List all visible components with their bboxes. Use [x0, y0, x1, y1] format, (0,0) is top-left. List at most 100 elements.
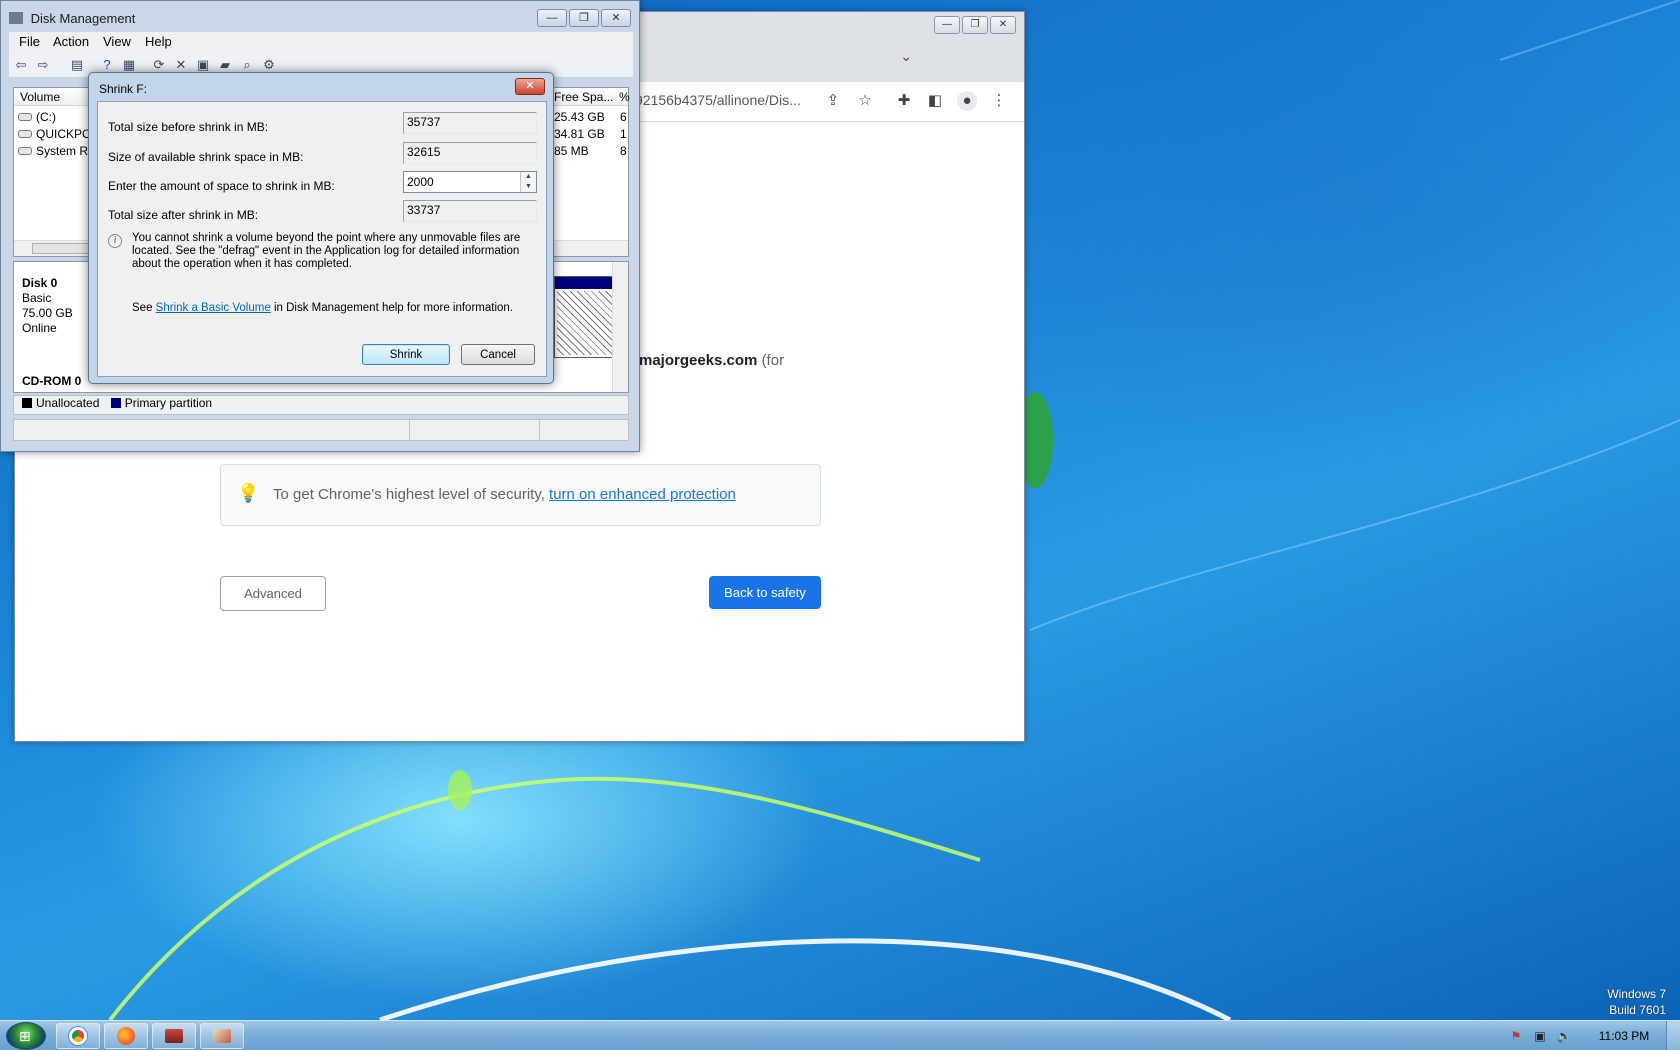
cancel-button[interactable]: Cancel	[461, 344, 535, 365]
close-button[interactable]: ✕	[601, 9, 631, 27]
legend: Unallocated Primary partition	[13, 395, 629, 415]
total-before-field: 35737	[403, 112, 537, 134]
dialog-close-button[interactable]: ✕	[515, 78, 545, 95]
lightbulb-icon: 💡	[237, 483, 260, 503]
open-folder-icon[interactable]: ▰	[217, 57, 233, 73]
free-space-value: 85 MB	[554, 144, 589, 158]
drive-icon	[18, 147, 32, 155]
back-to-safety-button[interactable]: Back to safety	[709, 576, 821, 609]
volume-speaker-icon[interactable]: 🔈	[1556, 1029, 1572, 1043]
menu-file[interactable]: File	[19, 34, 40, 49]
site-name: majorgeeks.com	[639, 352, 758, 369]
connect-disk-icon[interactable]: ⟳	[151, 57, 167, 73]
total-before-label: Total size before shrink in MB:	[108, 120, 269, 134]
disk-management-window: Disk Management — ❐ ✕ File Action View H…	[0, 0, 640, 452]
drive-icon	[18, 113, 32, 121]
shrink-amount-label: Enter the amount of space to shrink in M…	[108, 179, 335, 193]
menu-action[interactable]: Action	[53, 34, 89, 49]
shrink-dialog: Shrink F: ✕ Total size before shrink in …	[88, 72, 554, 384]
delete-icon[interactable]: ✕	[173, 57, 189, 73]
settings-icon[interactable]: ⚙	[261, 57, 277, 73]
dialog-body: Total size before shrink in MB: 35737 Si…	[97, 101, 547, 377]
advanced-button[interactable]: Advanced	[220, 576, 326, 611]
system-tray: ⚑ ▣ 🔈 11:03 PM	[1504, 1021, 1680, 1050]
scrollbar-thumb[interactable]	[32, 243, 92, 254]
list-item[interactable]: System Re	[18, 144, 95, 158]
cdrom-label[interactable]: CD-ROM 0	[22, 374, 81, 389]
drive-icon	[18, 130, 32, 138]
minimize-button[interactable]: —	[537, 9, 567, 27]
menu-help[interactable]: Help	[145, 34, 172, 49]
disk-management-app-icon	[9, 12, 23, 24]
vertical-scrollbar[interactable]	[612, 262, 628, 392]
extensions-icon[interactable]: ✚	[894, 91, 914, 111]
partition-block[interactable]	[554, 276, 616, 358]
taskbar-chrome[interactable]	[56, 1023, 100, 1049]
maximize-button[interactable]: ❐	[569, 9, 599, 27]
action-center-flag-icon[interactable]: ⚑	[1508, 1029, 1524, 1043]
status-bar	[13, 419, 629, 441]
taskbar-disk-management[interactable]	[152, 1023, 196, 1049]
shrink-button[interactable]: Shrink	[362, 344, 450, 365]
free-space-value: 34.81 GB	[554, 127, 605, 141]
chrome-window-controls: — ❐ ✕	[934, 16, 1016, 34]
network-icon[interactable]: ▣	[1532, 1029, 1548, 1043]
dialog-title: Shrink F:	[99, 82, 148, 96]
column-volume[interactable]: Volume	[20, 90, 60, 104]
shrink-amount-stepper[interactable]: ▲ ▼	[403, 171, 537, 193]
enhanced-protection-link[interactable]: turn on enhanced protection	[549, 486, 736, 503]
shrink-basic-volume-link[interactable]: Shrink a Basic Volume	[156, 302, 271, 314]
close-button[interactable]: ✕	[990, 16, 1016, 34]
enhanced-protection-box: 💡 To get Chrome's highest level of secur…	[220, 464, 821, 526]
search-icon[interactable]: ⌕	[239, 57, 255, 73]
minimize-button[interactable]: —	[934, 16, 960, 34]
share-icon[interactable]: ⇪	[823, 91, 843, 111]
properties-icon[interactable]: ▦	[121, 57, 137, 73]
list-item[interactable]: QUICKPC	[18, 127, 91, 141]
forward-arrow-icon[interactable]: ⇨	[35, 57, 51, 73]
profile-icon[interactable]: ●	[957, 91, 977, 111]
address-bar[interactable]: 92156b4375/allinone/Dis...	[635, 92, 801, 108]
windows-version-text: Windows 7 Build 7601	[1607, 987, 1666, 1017]
total-after-label: Total size after shrink in MB:	[108, 208, 259, 222]
windows-logo-icon: ⊞	[19, 1028, 31, 1044]
taskbar-firefox[interactable]	[104, 1023, 148, 1049]
clock[interactable]: 11:03 PM	[1582, 1029, 1666, 1043]
primary-partition-swatch	[110, 398, 121, 408]
percent-value: 6	[620, 110, 627, 124]
start-button[interactable]: ⊞	[6, 1022, 46, 1050]
column-percent[interactable]: %	[619, 90, 630, 104]
disk-0-label[interactable]: Disk 0 Basic 75.00 GB Online	[22, 276, 73, 336]
show-desktop-button[interactable]	[1666, 1021, 1680, 1050]
spin-down-icon[interactable]: ▼	[521, 182, 536, 192]
column-free-space[interactable]: Free Spa...	[554, 90, 613, 104]
shrink-amount-input[interactable]	[404, 172, 520, 192]
side-panel-icon[interactable]: ◧	[925, 91, 945, 111]
help-reference-text: See Shrink a Basic Volume in Disk Manage…	[132, 302, 513, 314]
show-hide-console-tree-icon[interactable]: ▤	[69, 57, 85, 73]
paint-icon	[213, 1029, 231, 1043]
maximize-button[interactable]: ❐	[962, 16, 988, 34]
available-shrink-label: Size of available shrink space in MB:	[108, 150, 304, 164]
menu-view[interactable]: View	[103, 34, 131, 49]
tab-search-chevron-icon[interactable]: ⌄	[900, 48, 912, 65]
taskbar-paint[interactable]	[200, 1023, 244, 1049]
total-after-field: 33737	[403, 200, 537, 222]
help-icon[interactable]: ?	[99, 57, 115, 73]
menu-bar: File Action View Help	[9, 32, 633, 52]
window-title: Disk Management	[30, 11, 136, 26]
back-arrow-icon[interactable]: ⇦	[13, 57, 29, 73]
percent-value: 1	[620, 127, 627, 141]
disk-management-icon	[165, 1029, 183, 1043]
taskbar: ⊞ ⚑ ▣ 🔈 11:03 PM	[0, 1020, 1680, 1050]
bookmark-star-icon[interactable]: ☆	[855, 91, 875, 111]
percent-value: 8	[620, 144, 627, 158]
window-controls: — ❐ ✕	[537, 9, 631, 27]
free-space-value: 25.43 GB	[554, 110, 605, 124]
rescan-icon[interactable]: ▣	[195, 57, 211, 73]
list-item[interactable]: (C:)	[18, 110, 56, 124]
menu-kebab-icon[interactable]: ⋮	[989, 91, 1009, 111]
available-shrink-field: 32615	[403, 142, 537, 164]
info-icon: i	[108, 234, 122, 248]
spin-up-icon[interactable]: ▲	[521, 172, 536, 182]
